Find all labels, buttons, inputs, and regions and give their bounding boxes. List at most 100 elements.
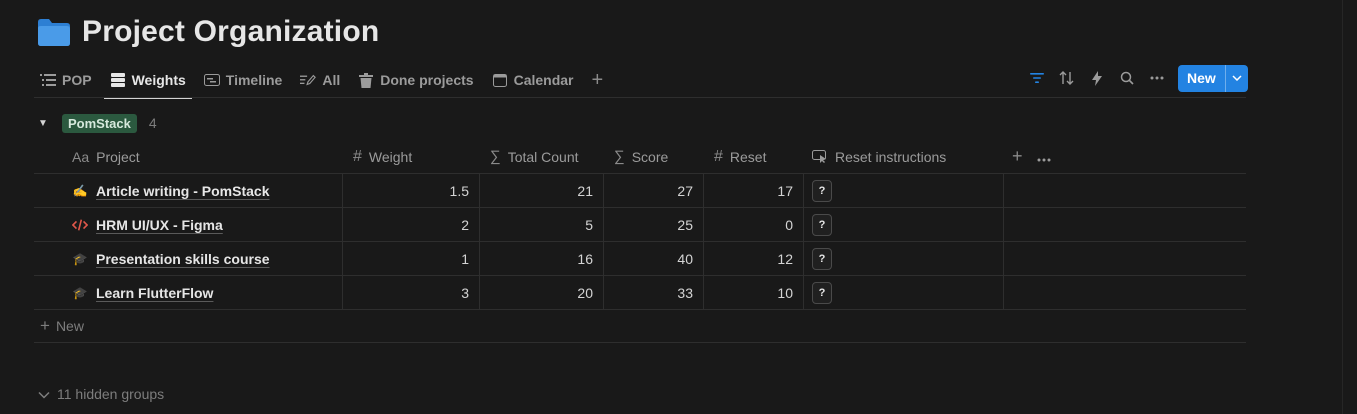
group-header: ▼ PomStack 4 [38, 112, 157, 134]
reset-instructions-cell: ? [804, 276, 1004, 309]
table-header: Aa Project # Weight ∑ Total Count ∑ Scor… [34, 140, 1246, 174]
total-count-cell[interactable]: 5 [480, 208, 604, 241]
column-label: Weight [368, 148, 413, 165]
reset-cell[interactable]: 12 [704, 242, 804, 275]
tab-label: All [322, 72, 341, 88]
reset-instructions-button[interactable]: ? [812, 247, 832, 270]
score-cell[interactable]: 25 [604, 208, 704, 241]
project-cell[interactable]: 🎓 Learn FlutterFlow [34, 276, 343, 309]
tab-label: Done projects [380, 72, 474, 88]
search-button[interactable] [1112, 64, 1142, 92]
weight-cell[interactable]: 1 [343, 242, 480, 275]
project-link[interactable]: HRM UI/UX - Figma [96, 217, 223, 233]
reset-instructions-cell: ? [804, 242, 1004, 275]
chevron-down-icon [38, 386, 50, 402]
code-icon [72, 218, 88, 232]
new-button[interactable]: New [1178, 65, 1225, 92]
view-tabs: POP Weights Timeline All Done projects C… [34, 62, 610, 99]
table-row[interactable]: HRM UI/UX - Figma 2 5 25 0 ? [34, 208, 1246, 242]
score-cell[interactable]: 40 [604, 242, 704, 275]
hidden-groups-label: 11 hidden groups [57, 386, 165, 402]
column-label: Reset instructions [835, 148, 947, 165]
table-row[interactable]: 🎓 Learn FlutterFlow 3 20 33 10 ? [34, 276, 1246, 310]
project-link[interactable]: Article writing - PomStack [96, 183, 269, 199]
calendar-icon [492, 72, 508, 88]
project-cell[interactable]: 🎓 Presentation skills course [34, 242, 343, 275]
timeline-icon [203, 72, 220, 88]
tab-done-projects[interactable]: Done projects [352, 62, 479, 98]
project-cell[interactable]: HRM UI/UX - Figma [34, 208, 343, 241]
folder-icon [38, 19, 70, 46]
tabs-divider [34, 97, 1246, 98]
tab-timeline[interactable]: Timeline [198, 62, 289, 98]
column-header-score[interactable]: ∑ Score [604, 140, 704, 173]
empty-cell [1004, 174, 1246, 207]
automation-button[interactable] [1082, 64, 1112, 92]
reset-cell[interactable]: 0 [704, 208, 804, 241]
column-header-total-count[interactable]: ∑ Total Count [480, 140, 604, 173]
table-row[interactable]: ✍️ Article writing - PomStack 1.5 21 27 … [34, 174, 1246, 208]
reset-cell[interactable]: 17 [704, 174, 804, 207]
add-row-button[interactable]: + New [34, 310, 1246, 343]
reset-instructions-button[interactable]: ? [812, 179, 832, 202]
tab-weights[interactable]: Weights [103, 62, 192, 99]
column-header-actions: + [1004, 140, 1246, 173]
project-link[interactable]: Learn FlutterFlow [96, 285, 213, 301]
more-properties-button[interactable] [1037, 149, 1051, 165]
total-count-cell[interactable]: 16 [480, 242, 604, 275]
tab-label: POP [62, 72, 92, 88]
score-cell[interactable]: 33 [604, 276, 704, 309]
group-tag: PomStack [62, 113, 137, 133]
add-row-label: New [55, 318, 84, 334]
project-link[interactable]: Presentation skills course [96, 251, 270, 267]
column-label: Project [96, 148, 140, 165]
reset-instructions-button[interactable]: ? [812, 281, 832, 304]
page-header: Project Organization [36, 12, 379, 52]
filter-button[interactable] [1022, 64, 1052, 92]
reset-cell[interactable]: 10 [704, 276, 804, 309]
ellipsis-icon [1150, 76, 1164, 80]
scrollbar[interactable] [1342, 0, 1343, 414]
table-row[interactable]: 🎓 Presentation skills course 1 16 40 12 … [34, 242, 1246, 276]
trash-icon [358, 72, 374, 88]
more-options-button[interactable] [1142, 64, 1172, 92]
column-header-reset-instructions[interactable]: Reset instructions [804, 140, 1004, 173]
project-cell[interactable]: ✍️ Article writing - PomStack [34, 174, 343, 207]
tab-pop[interactable]: POP [34, 62, 98, 98]
graduation-cap-icon: 🎓 [72, 251, 88, 266]
column-label: Total Count [507, 148, 579, 165]
total-count-cell[interactable]: 21 [480, 174, 604, 207]
empty-cell [1004, 242, 1246, 275]
group-count: 4 [148, 115, 157, 131]
score-cell[interactable]: 27 [604, 174, 704, 207]
column-header-weight[interactable]: # Weight [343, 140, 480, 173]
column-header-reset[interactable]: # Reset [704, 140, 804, 173]
tab-label: Timeline [225, 72, 283, 88]
tab-all[interactable]: All [294, 62, 346, 98]
weight-cell[interactable]: 1.5 [343, 174, 480, 207]
new-dropdown-button[interactable] [1224, 64, 1248, 92]
filter-icon [1030, 73, 1044, 83]
number-property-icon: # [353, 147, 362, 165]
empty-cell [1004, 276, 1246, 309]
database-toolbar: New [1022, 64, 1248, 92]
weight-cell[interactable]: 3 [343, 276, 480, 309]
weight-cell[interactable]: 2 [343, 208, 480, 241]
empty-cell [1004, 208, 1246, 241]
reset-instructions-button[interactable]: ? [812, 213, 832, 236]
total-count-cell[interactable]: 20 [480, 276, 604, 309]
column-label: Reset [729, 148, 767, 165]
page-title: Project Organization [82, 15, 380, 48]
column-header-project[interactable]: Aa Project [34, 140, 343, 173]
add-view-button[interactable]: + [586, 62, 610, 98]
hidden-groups-toggle[interactable]: 11 hidden groups [38, 386, 164, 402]
add-property-button[interactable]: + [1012, 146, 1023, 167]
tab-label: Weights [131, 72, 186, 88]
reset-instructions-cell: ? [804, 174, 1004, 207]
collapse-triangle-icon[interactable]: ▼ [38, 118, 52, 129]
database-table: Aa Project # Weight ∑ Total Count ∑ Scor… [34, 140, 1246, 343]
ellipsis-icon [1037, 158, 1051, 161]
tab-calendar[interactable]: Calendar [486, 62, 580, 98]
table-icon [110, 72, 126, 88]
sort-button[interactable] [1052, 64, 1082, 92]
